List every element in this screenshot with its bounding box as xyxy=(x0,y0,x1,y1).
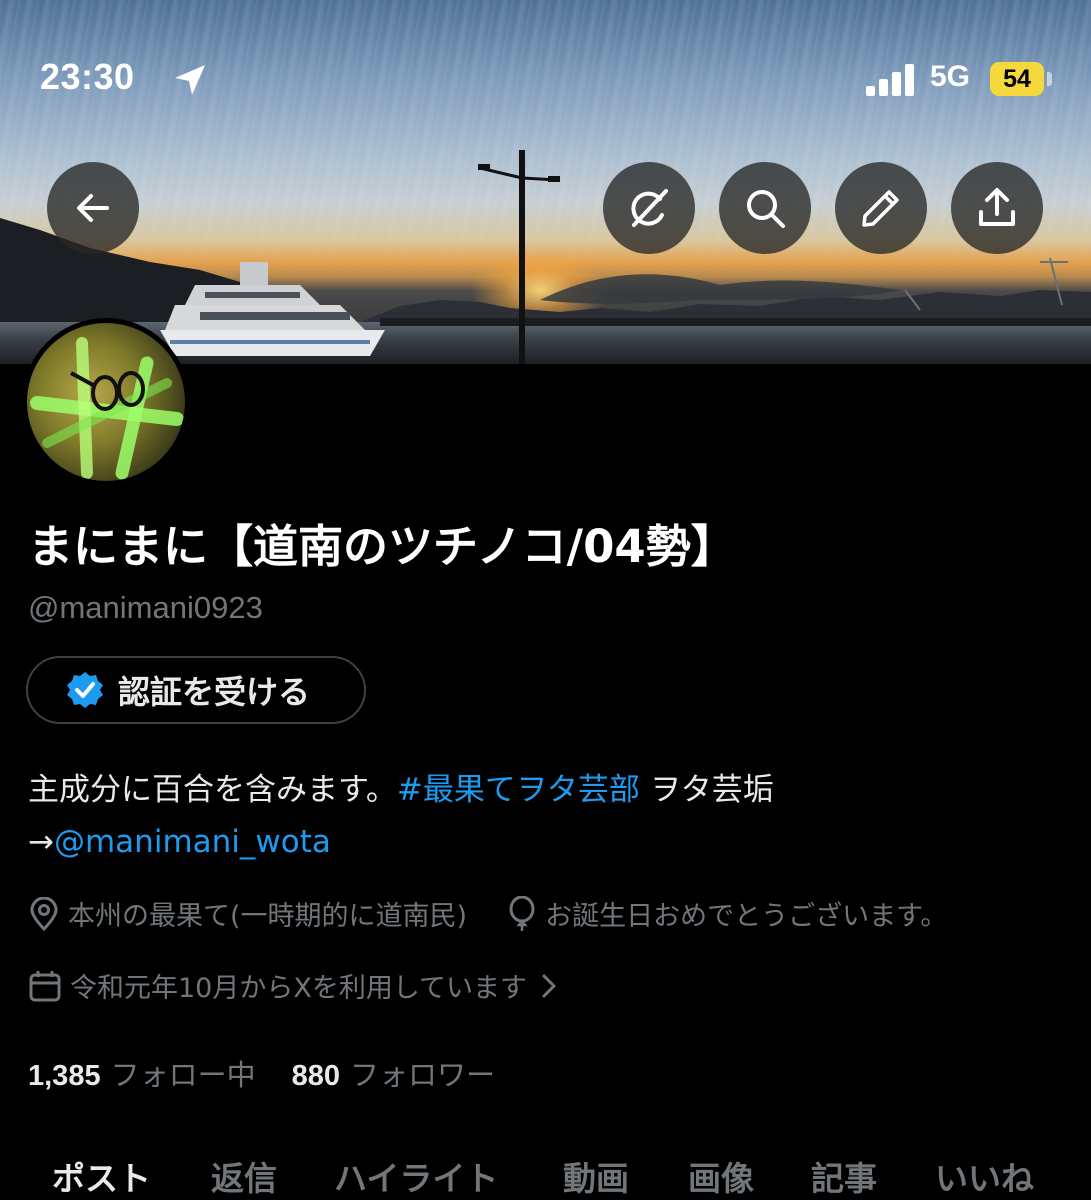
following-link[interactable]: 1,385 フォロー中 xyxy=(28,1052,256,1094)
calendar-icon xyxy=(29,970,61,1001)
status-time: 23:30 xyxy=(40,56,135,97)
tab-replies[interactable]: 返信 xyxy=(211,1152,277,1200)
share-button[interactable] xyxy=(951,162,1043,254)
grok-icon xyxy=(631,189,668,227)
edit-button[interactable] xyxy=(835,162,927,254)
following-count: 1,385 xyxy=(28,1060,101,1092)
grok-button[interactable] xyxy=(603,162,695,254)
bio-arrow: → xyxy=(28,824,54,860)
search-button[interactable] xyxy=(719,162,811,254)
network-type: 5G xyxy=(930,60,971,93)
tab-articles[interactable]: 記事 xyxy=(811,1152,877,1200)
bio-text: 主成分に百合を含みます。 xyxy=(28,772,397,808)
birthday-item: お誕生日おめでとうございます。 xyxy=(507,894,947,933)
profile-meta-row: 本州の最果て(一時期的に道南民) お誕生日おめでとうございます。 xyxy=(28,894,947,933)
birthday-text: お誕生日おめでとうございます。 xyxy=(545,901,948,932)
get-verified-label: 認証を受ける xyxy=(118,673,311,711)
display-name: まにまに【道南のツチノコ/04勢】 xyxy=(28,520,736,573)
status-bar: 23:30 5G 54 xyxy=(0,0,1091,120)
cellular-signal-icon xyxy=(866,64,914,96)
search-icon xyxy=(747,190,785,228)
bio-text-2: ヲタ芸垢 xyxy=(639,772,774,808)
joined-row[interactable]: 令和元年10月からXを利用しています xyxy=(28,966,569,1005)
get-verified-button[interactable]: 認証を受ける xyxy=(26,656,366,724)
user-handle: @manimani0923 xyxy=(28,590,263,625)
tab-videos[interactable]: 動画 xyxy=(563,1152,629,1200)
followers-count: 880 xyxy=(291,1060,340,1092)
location-pin-icon xyxy=(30,896,58,931)
tab-photos[interactable]: 画像 xyxy=(688,1152,754,1200)
joined-item[interactable]: 令和元年10月からXを利用しています xyxy=(28,966,569,1005)
share-icon xyxy=(979,188,1015,226)
followers-label: フォロワー xyxy=(349,1058,495,1092)
joined-text: 令和元年10月からXを利用しています xyxy=(70,973,528,1004)
battery-cap xyxy=(1047,72,1052,86)
verified-badge-icon xyxy=(67,672,103,708)
tab-posts[interactable]: ポスト xyxy=(52,1152,151,1200)
bio-hashtag-link[interactable]: #最果てヲタ芸部 xyxy=(397,772,640,808)
bio: 主成分に百合を含みます。#最果てヲタ芸部 ヲタ芸垢 →@manimani_wot… xyxy=(28,764,1068,868)
tab-likes[interactable]: いいね xyxy=(935,1152,1034,1200)
avatar[interactable] xyxy=(22,318,190,486)
location-text: 本州の最果て(一時期的に道南民) xyxy=(68,901,468,932)
location-arrow-icon xyxy=(175,65,205,95)
profile-tabs: ポスト 返信 ハイライト 動画 画像 記事 いいね xyxy=(0,1140,1091,1200)
follow-stats: 1,385 フォロー中 880 フォロワー xyxy=(28,1052,495,1094)
following-label: フォロー中 xyxy=(110,1058,256,1092)
arrow-left-icon xyxy=(77,194,109,222)
pencil-icon xyxy=(862,190,899,227)
bio-mention-link[interactable]: @manimani_wota xyxy=(54,824,331,860)
chevron-right-icon xyxy=(542,974,556,997)
tab-highlights[interactable]: ハイライト xyxy=(334,1152,498,1200)
balloon-icon xyxy=(509,895,535,931)
location-item: 本州の最果て(一時期的に道南民) xyxy=(28,894,467,933)
followers-link[interactable]: 880 フォロワー xyxy=(292,1052,495,1094)
battery-indicator: 54 xyxy=(990,62,1044,96)
back-button[interactable] xyxy=(47,162,139,254)
